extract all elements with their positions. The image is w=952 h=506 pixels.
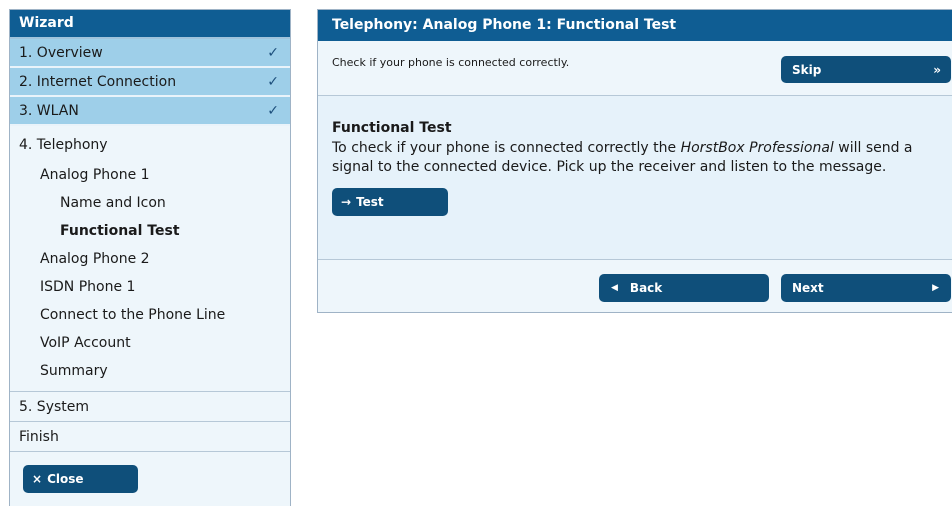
section-description: To check if your phone is connected corr… — [332, 139, 938, 177]
test-button[interactable]: → Test — [332, 188, 448, 216]
step-finish[interactable]: Finish — [10, 421, 290, 451]
step-wlan[interactable]: 3. WLAN ✓ — [10, 97, 290, 126]
check-icon: ✓ — [267, 74, 279, 90]
sidebar-title: Wizard — [10, 10, 290, 39]
back-button-label: Back — [629, 281, 663, 295]
arrow-right-icon: → — [341, 195, 352, 209]
close-button-label: Close — [47, 472, 84, 486]
hint-row: Check if your phone is connected correct… — [318, 41, 952, 96]
next-button-label: Next — [792, 281, 824, 295]
chevron-right-icon: ▶ — [932, 283, 939, 293]
step-internet-connection[interactable]: 2. Internet Connection ✓ — [10, 68, 290, 97]
step-telephony[interactable]: 4. Telephony — [10, 134, 290, 161]
substep-name-and-icon[interactable]: Name and Icon — [10, 189, 290, 217]
substep-summary[interactable]: Summary — [10, 357, 290, 385]
wizard-panel: Telephony: Analog Phone 1: Functional Te… — [317, 9, 952, 313]
substep-voip-account[interactable]: VoIP Account — [10, 329, 290, 357]
check-icon: ✓ — [267, 45, 279, 61]
substep-functional-test[interactable]: Functional Test — [10, 217, 290, 245]
next-button[interactable]: Next ▶ — [781, 274, 951, 302]
substep-analog-phone-1[interactable]: Analog Phone 1 — [10, 161, 290, 189]
product-name: HorstBox Professional — [680, 140, 834, 156]
description-part: To check if your phone is connected corr… — [332, 140, 681, 156]
skip-button[interactable]: Skip » — [781, 56, 951, 83]
step-label: 2. Internet Connection — [19, 74, 177, 90]
test-section: Functional Test To check if your phone i… — [318, 96, 952, 260]
substep-connect-phone-line[interactable]: Connect to the Phone Line — [10, 301, 290, 329]
step-system[interactable]: 5. System — [10, 391, 290, 421]
back-button[interactable]: ◀ Back — [599, 274, 769, 302]
close-area: × Close — [10, 451, 290, 493]
panel-title: Telephony: Analog Phone 1: Functional Te… — [318, 10, 952, 41]
substep-isdn-phone-1[interactable]: ISDN Phone 1 — [10, 273, 290, 301]
section-heading: Functional Test — [332, 120, 452, 136]
step-label: 1. Overview — [19, 45, 103, 61]
check-icon: ✓ — [267, 103, 279, 119]
substep-analog-phone-2[interactable]: Analog Phone 2 — [10, 245, 290, 273]
chevron-left-icon: ◀ — [611, 283, 618, 293]
step-telephony-group: 4. Telephony Analog Phone 1 Name and Ico… — [10, 126, 290, 391]
hint-text: Check if your phone is connected correct… — [332, 56, 570, 69]
skip-icon: » — [933, 62, 941, 77]
skip-button-label: Skip — [792, 62, 822, 77]
step-label: 3. WLAN — [19, 103, 79, 119]
navigation-row: ◀ Back Next ▶ — [318, 260, 952, 312]
step-overview[interactable]: 1. Overview ✓ — [10, 39, 290, 68]
wizard-sidebar: Wizard 1. Overview ✓ 2. Internet Connect… — [9, 9, 291, 506]
close-button[interactable]: × Close — [23, 465, 138, 493]
close-icon: × — [32, 472, 43, 486]
test-button-label: Test — [356, 195, 384, 209]
